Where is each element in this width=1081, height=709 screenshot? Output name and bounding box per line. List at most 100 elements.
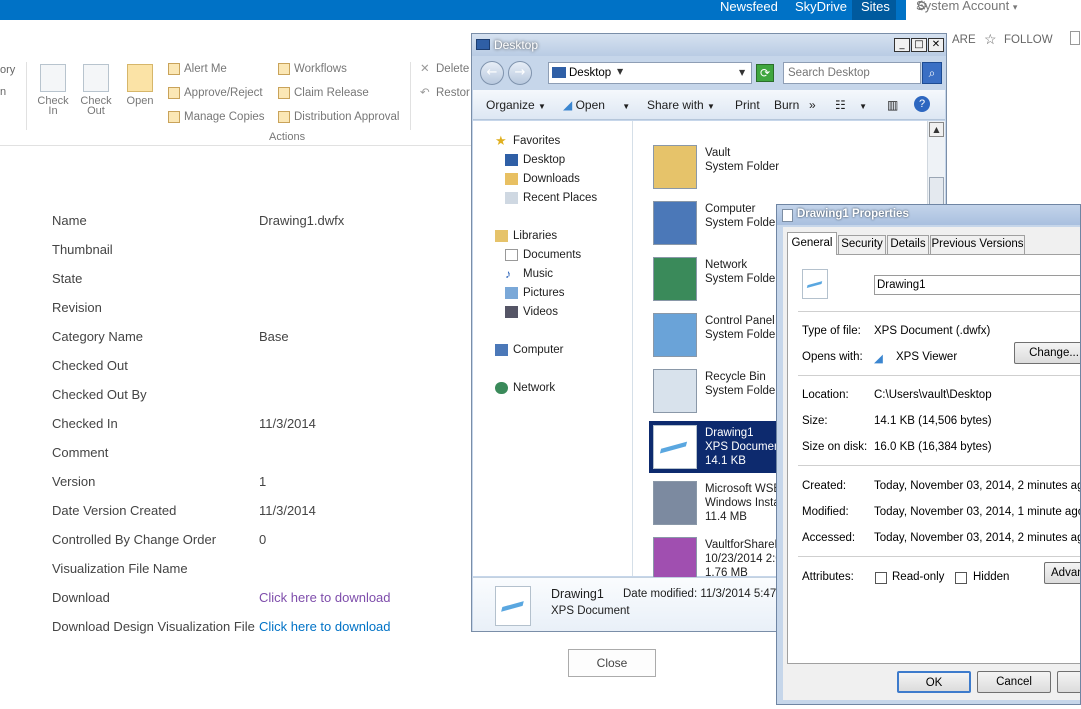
nav-network[interactable]: Network [495,380,555,396]
share-button[interactable]: ARE [952,34,976,46]
workflows-button[interactable]: Workflows [278,61,347,77]
organize-menu[interactable]: Organize ▼ [486,98,546,112]
preview-pane-icon[interactable]: ▥ [887,98,898,112]
scroll-up-button[interactable]: ▲ [929,122,944,137]
navigation-pane: ★ Favorites Desktop Downloads Recent Plac… [473,121,633,576]
download-link[interactable]: Click here to download [259,619,391,634]
forward-button[interactable]: → [508,61,532,85]
explorer-titlebar[interactable]: Desktop _ □ ✕ [472,34,946,56]
size-value: 14.1 KB (14,506 bytes) [874,415,992,427]
burn-button[interactable]: Burn [774,98,799,112]
nav-pictures[interactable]: Pictures [505,285,565,301]
more-commands-button[interactable]: » [809,98,816,112]
nav-computer[interactable]: Computer [495,342,564,358]
close-window-button[interactable]: ✕ [928,38,944,52]
nav-videos[interactable]: Videos [505,304,558,320]
sites-link[interactable]: Sites [861,0,890,20]
change-button[interactable]: Change... [1014,342,1080,364]
cancel-button[interactable]: Cancel [977,671,1051,693]
ok-button[interactable]: OK [897,671,971,693]
check-out-button[interactable]: Check Out [75,64,117,117]
newsfeed-link[interactable]: Newsfeed [720,0,778,20]
property-key: Visualization File Name [52,561,188,576]
hidden-checkbox[interactable] [955,572,967,584]
nav-label: Network [513,382,556,394]
tab-security[interactable]: Security [838,235,886,254]
property-key: Comment [52,445,109,460]
approve-reject-button[interactable]: Approve/Reject [168,85,263,101]
minimize-button[interactable]: _ [894,38,910,52]
claim-release-button[interactable]: Claim Release [278,85,369,101]
file-name: Computer [705,203,756,215]
tab-details[interactable]: Details [887,235,929,254]
workflows-label: Workflows [294,63,347,75]
skydrive-link[interactable]: SkyDrive [795,0,847,20]
manage-copies-button[interactable]: Manage Copies [168,109,265,125]
nav-music[interactable]: ♪ Music [505,266,553,282]
share-with-menu[interactable]: Share with ▼ [647,98,715,112]
tab-previous-versions[interactable]: Previous Versions [930,235,1025,254]
star-icon[interactable]: ☆ [984,31,997,48]
chevron-down-icon[interactable]: ▼ [617,67,623,76]
distribution-approval-button[interactable]: Distribution Approval [278,109,399,125]
search-icon[interactable]: ⌕ [922,62,942,84]
check-in-button[interactable]: Check In [32,64,74,117]
focus-icon[interactable] [1070,31,1080,45]
check-in-icon [40,64,66,92]
dialog-title: Drawing1 Properties [797,208,909,220]
check-in-label: In [48,105,58,117]
file-item[interactable]: Vault System Folder [649,141,921,193]
nav-label: Pictures [523,287,565,299]
modified-label: Modified: [802,506,849,518]
nav-downloads[interactable]: Downloads [505,171,580,187]
download-link[interactable]: Click here to download [259,590,391,605]
account-name[interactable]: System Account ▾ [916,0,1017,13]
search-input[interactable] [788,64,918,82]
address-bar[interactable]: Desktop ▼ ▼ [548,62,752,84]
maximize-button[interactable]: □ [911,38,927,52]
back-button[interactable]: ← [480,61,504,85]
close-button[interactable]: Close [568,649,656,677]
property-row: Controlled By Change Order 0 [52,532,472,552]
chevron-down-icon: ▼ [538,102,546,111]
file-name-input[interactable] [877,277,1077,293]
delete-button[interactable]: ✕ Delete [420,61,469,77]
print-button[interactable]: Print [735,98,760,112]
help-icon[interactable]: ? [914,96,930,112]
follow-button[interactable]: FOLLOW [1004,34,1053,46]
desktop-icon [476,39,490,50]
nav-libraries[interactable]: Libraries [495,228,557,244]
created-label: Created: [802,480,847,492]
divider [798,375,1080,376]
advanced-button[interactable]: Advan [1044,562,1080,584]
account-menu[interactable]: System Account ▾ ⚙ [906,0,1081,20]
alert-me-button[interactable]: Alert Me [168,61,227,77]
dialog-titlebar[interactable]: Drawing1 Properties [777,205,1080,225]
open-button[interactable]: Open [119,64,161,107]
refresh-icon[interactable]: ⟳ [756,64,774,82]
restore-button[interactable]: ↶ Restor [420,85,470,101]
ribbon-cut-label: ory [0,64,16,76]
gear-icon[interactable]: ⚙ [916,0,928,14]
apply-button[interactable] [1057,671,1080,693]
chevron-down-icon[interactable]: ▼ [739,68,745,77]
search-box[interactable] [783,62,921,84]
nav-documents[interactable]: Documents [505,247,581,263]
approve-icon [168,87,180,99]
property-row: Category Name Base [52,329,472,349]
nav-recent-places[interactable]: Recent Places [505,190,597,206]
bell-icon [168,63,180,75]
file-name-field[interactable] [874,275,1080,295]
workflow-icon [278,63,290,75]
read-only-checkbox[interactable] [875,572,887,584]
nav-favorites[interactable]: ★ Favorites [495,133,560,149]
file-type: XPS Document [705,441,784,453]
document-icon [782,209,793,222]
divider [798,556,1080,557]
open-menu[interactable]: ◢ Open ▼ [563,98,630,112]
nav-desktop[interactable]: Desktop [505,152,565,168]
tab-general[interactable]: General [787,232,837,255]
suite-bar: Newsfeed SkyDrive Sites System Account ▾… [0,0,1081,20]
view-options-icon[interactable]: ☷ ▼ [835,98,867,112]
computer-icon [653,201,697,245]
